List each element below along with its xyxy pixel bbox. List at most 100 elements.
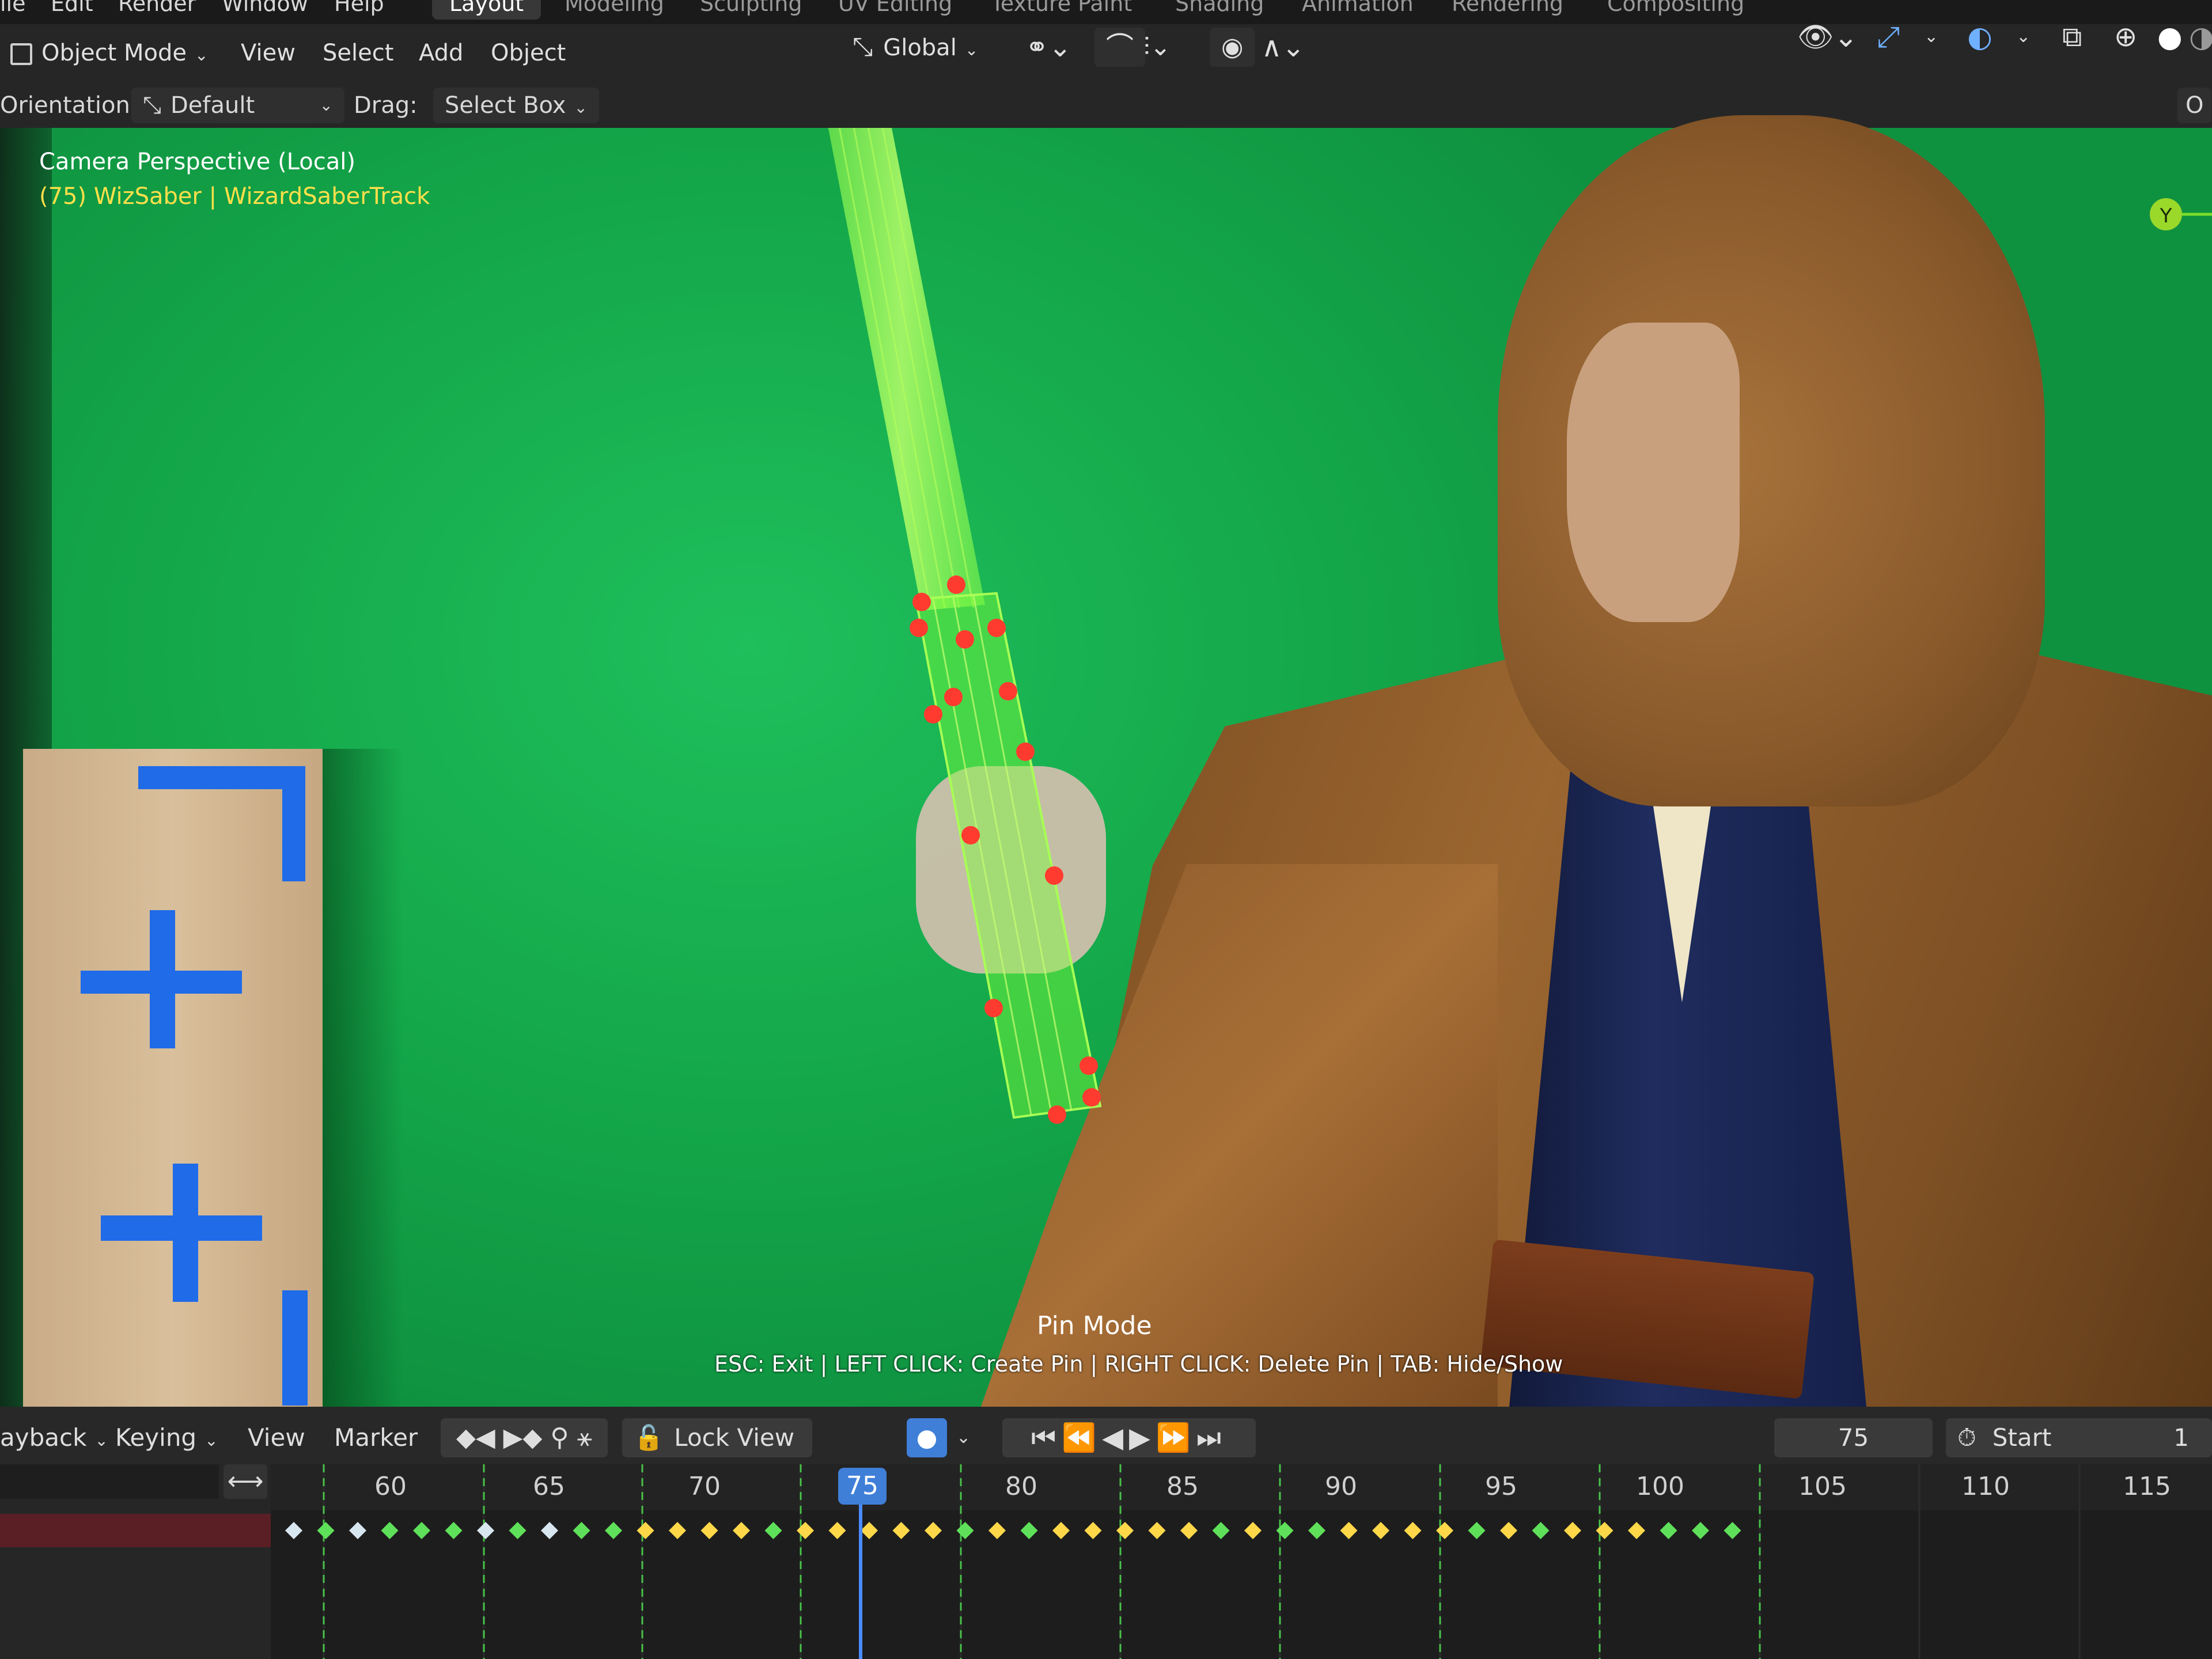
tab-compositing[interactable]: Compositing (1607, 0, 1744, 16)
keyframe-diamond[interactable] (700, 1522, 718, 1539)
proportional-editing-icon[interactable]: ◉ (1210, 28, 1255, 67)
jump-next-keyframe-icon[interactable]: ▶◆ (503, 1423, 543, 1452)
marker-menu[interactable]: Marker (334, 1418, 418, 1457)
summary-channel-row[interactable] (0, 1514, 271, 1547)
view-all-icon[interactable]: ⟷ (224, 1464, 267, 1499)
keyframe-diamond[interactable] (956, 1522, 974, 1539)
keyframe-diamond[interactable] (477, 1522, 494, 1539)
gizmo-toggle-icon[interactable]: ⤢ (1877, 17, 1900, 56)
snap-toggle-icon[interactable]: ⌒ (1094, 28, 1146, 67)
wireframe-shading-icon[interactable]: ⊕ (2114, 17, 2137, 56)
lock-view-button[interactable]: 🔓 Lock View (622, 1418, 812, 1457)
jump-start-icon[interactable]: ⏮ (1031, 1422, 1062, 1454)
keyframe-diamond[interactable] (828, 1522, 846, 1539)
keyframe-diamond[interactable] (1148, 1522, 1166, 1539)
keyframe-diamond[interactable] (1276, 1522, 1294, 1539)
chevron-down-icon[interactable]: ⌄ (956, 1418, 971, 1457)
keyframe-diamond[interactable] (1180, 1522, 1198, 1539)
keyframe-diamond[interactable] (1500, 1522, 1517, 1539)
keyframe-diamond[interactable] (285, 1522, 302, 1539)
tab-modeling[interactable]: Modeling (565, 0, 664, 16)
keyframe-diamond[interactable] (988, 1522, 1006, 1539)
xray-toggle-icon[interactable]: ⧉ (2062, 17, 2082, 56)
insert-keyframe-icon[interactable]: ⚲ (550, 1423, 569, 1452)
keyframe-diamond[interactable] (605, 1522, 622, 1539)
keyframe-diamond[interactable] (1532, 1522, 1550, 1539)
keyframe-diamond[interactable] (1404, 1522, 1422, 1539)
menu-edit[interactable]: Edit (51, 0, 93, 16)
header-menu-select[interactable]: Select (323, 33, 393, 73)
tab-rendering[interactable]: Rendering (1452, 0, 1563, 16)
chevron-down-icon[interactable]: ⌄ (2016, 17, 2031, 56)
solid-shading-icon[interactable]: ● (2157, 17, 2183, 56)
keyframe-diamond[interactable] (925, 1522, 942, 1539)
keyframe-diamond[interactable] (1212, 1522, 1230, 1539)
keyframe-diamond[interactable] (1596, 1522, 1613, 1539)
playback-controls[interactable]: ⏮⏪◀▶⏩⏭ (1002, 1418, 1256, 1457)
navigation-gizmo[interactable]: Y (2150, 198, 2212, 230)
header-menu-view[interactable]: View (241, 33, 296, 73)
keyframe-diamond[interactable] (1468, 1522, 1486, 1539)
keyframe-diamond[interactable] (1436, 1522, 1453, 1539)
current-frame-indicator[interactable]: 75 (838, 1468, 887, 1505)
start-frame-field[interactable]: ⏱ Start 1 (1946, 1418, 2212, 1457)
pivot-point-icon[interactable]: ⚭⌄ (1025, 28, 1071, 67)
tab-uv-editing[interactable]: UV Editing (838, 0, 952, 16)
keyframe-diamond[interactable] (1084, 1522, 1102, 1539)
menu-render[interactable]: Render (118, 0, 196, 16)
next-keyframe-icon[interactable]: ⏩ (1156, 1422, 1196, 1454)
keyframe-tools[interactable]: ◆◀ ▶◆ ⚲ ⚹ (441, 1418, 608, 1457)
keyframe-diamond[interactable] (637, 1522, 654, 1539)
keyframe-diamond[interactable] (413, 1522, 430, 1539)
keyframe-diamond[interactable] (764, 1522, 782, 1539)
keyframe-diamond[interactable] (349, 1522, 366, 1539)
keying-menu[interactable]: Keying ⌄ (115, 1418, 218, 1457)
keyframe-diamond[interactable] (733, 1522, 750, 1539)
keyframe-diamond[interactable] (1020, 1522, 1038, 1539)
keyframe-diamond[interactable] (1244, 1522, 1262, 1539)
keyframe-diamond[interactable] (509, 1522, 527, 1539)
playhead-line[interactable] (859, 1505, 862, 1659)
keyframe-diamond[interactable] (1564, 1522, 1581, 1539)
header-menu-object[interactable]: Object (491, 33, 566, 73)
material-shading-icon[interactable]: ◑ (2189, 17, 2212, 56)
keyframe-diamond[interactable] (1372, 1522, 1389, 1539)
auto-keying-toggle[interactable]: ● (907, 1418, 947, 1457)
prev-keyframe-icon[interactable]: ⏪ (1062, 1422, 1102, 1454)
keyframe-diamond[interactable] (1116, 1522, 1134, 1539)
keyframe-diamonds[interactable] (285, 1522, 1741, 1539)
jump-prev-keyframe-icon[interactable]: ◆◀ (456, 1423, 495, 1452)
jump-end-icon[interactable]: ⏭ (1196, 1422, 1227, 1454)
keyframe-diamond[interactable] (861, 1522, 878, 1539)
keyframe-diamond[interactable] (1692, 1522, 1709, 1539)
delete-keyframe-icon[interactable]: ⚹ (577, 1423, 592, 1452)
keyframe-diamond[interactable] (317, 1522, 335, 1539)
mode-dropdown[interactable]: Object Mode ⌄ (10, 33, 208, 73)
header-menu-add[interactable]: Add (419, 33, 463, 73)
keyframe-diamond[interactable] (1660, 1522, 1677, 1539)
current-frame-field[interactable]: 75 (1774, 1418, 1933, 1457)
keyframe-track[interactable] (271, 1464, 2212, 1659)
keyframe-diamond[interactable] (669, 1522, 686, 1539)
keyframe-diamond[interactable] (381, 1522, 399, 1539)
orientation-dropdown[interactable]: ⤡ Default ⌄ (131, 88, 344, 123)
play-icon[interactable]: ▶ (1129, 1422, 1156, 1454)
keyframe-diamond[interactable] (1724, 1522, 1741, 1539)
keyframe-diamond[interactable] (541, 1522, 558, 1539)
tab-animation[interactable]: Animation (1302, 0, 1414, 16)
visibility-eye-icon[interactable]: 👁⌄ (1797, 17, 1858, 56)
drag-dropdown[interactable]: Select Box ⌄ (433, 88, 599, 123)
timeline-view-menu[interactable]: View (248, 1418, 305, 1457)
overlays-icon[interactable]: ◐ (1967, 17, 1993, 56)
tab-texture-paint[interactable]: Texture Paint (991, 0, 1132, 16)
play-reverse-icon[interactable]: ◀ (1102, 1422, 1129, 1454)
keyframe-diamond[interactable] (573, 1522, 590, 1539)
tab-layout[interactable]: Layout (432, 0, 541, 20)
chevron-down-icon[interactable]: ⌄ (1924, 17, 1938, 56)
tab-shading[interactable]: Shading (1175, 0, 1264, 16)
keyframe-diamond[interactable] (1308, 1522, 1325, 1539)
menu-file[interactable]: ile (0, 0, 26, 16)
transform-orientation-dropdown[interactable]: ⤡ Global ⌄ (853, 28, 978, 67)
menu-window[interactable]: Window (222, 0, 308, 16)
keyframe-diamond[interactable] (797, 1522, 814, 1539)
